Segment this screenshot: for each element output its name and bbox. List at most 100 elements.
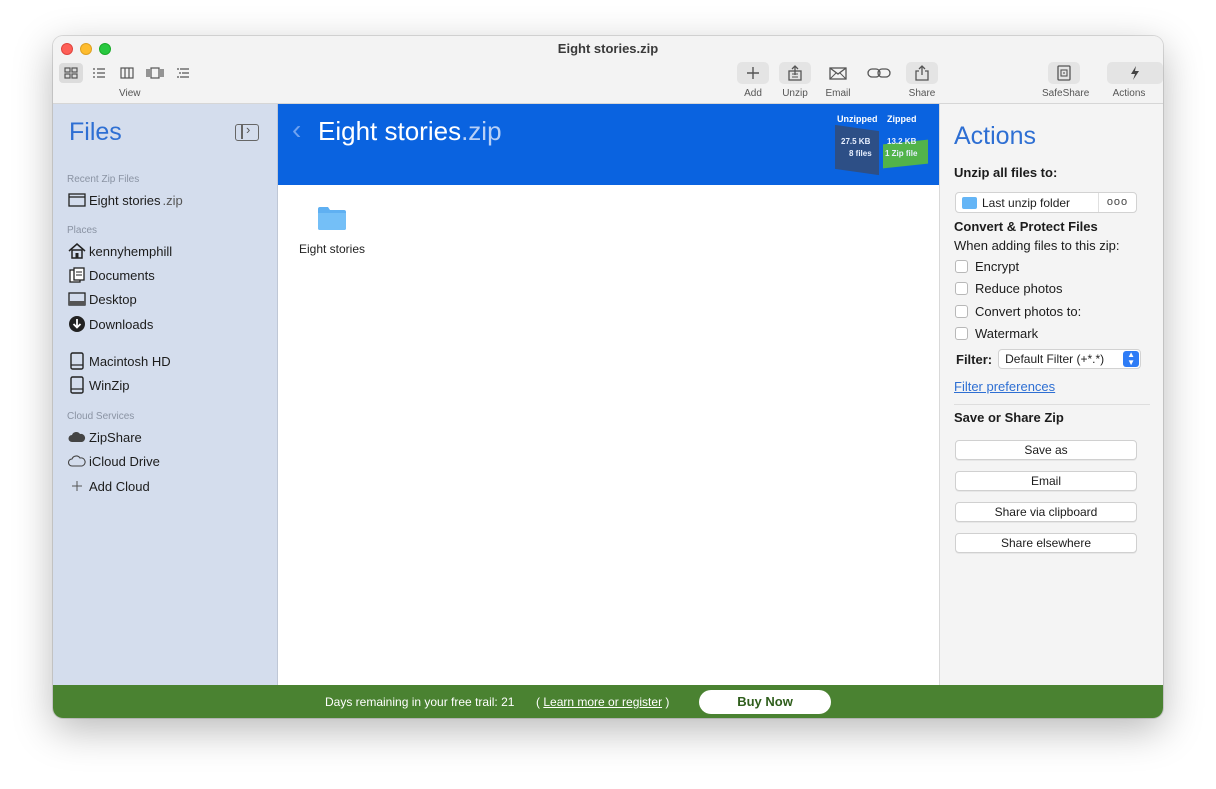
sidebar-item-recent-zip[interactable]: Eight stories .zip	[67, 190, 183, 210]
share-clipboard-button[interactable]: Share via clipboard	[955, 502, 1137, 522]
save-share-header: Save or Share Zip	[954, 410, 1064, 425]
actions-button[interactable]: Actions	[1107, 62, 1163, 99]
view-grid-button[interactable]	[59, 63, 83, 83]
sidebar-item-macintosh-hd[interactable]: Macintosh HD	[67, 351, 171, 371]
unzip-target-value: Last unzip folder	[982, 195, 1071, 210]
buy-now-button[interactable]: Buy Now	[699, 690, 831, 714]
sidebar-item-label: Downloads	[89, 316, 154, 332]
file-browser: ‹ Eight stories.zip Unzipped Zipped 27.5…	[278, 104, 939, 685]
view-outline-button[interactable]	[171, 63, 195, 83]
safeshare-label: SafeShare	[1042, 88, 1090, 99]
filter-value: Default Filter (+*.*)	[1005, 352, 1105, 366]
option-reduce-photos[interactable]: Reduce photos	[955, 281, 1062, 296]
trial-footer: Days remaining in your free trail: 21 ( …	[53, 685, 1163, 718]
convert-subtitle: When adding files to this zip:	[954, 238, 1120, 253]
option-label: Encrypt	[975, 259, 1020, 274]
plus-icon	[67, 477, 87, 495]
unzip-target-select[interactable]: Last unzip folder ooo	[955, 192, 1137, 213]
desktop-icon	[67, 290, 87, 308]
sidebar-item-label: kennyhemphill	[89, 243, 173, 259]
sidebar-item-label: Documents	[89, 267, 155, 283]
zipped-count: 1 Zip file	[885, 149, 918, 158]
outline-view-icon	[177, 68, 189, 78]
columns-view-icon	[120, 67, 134, 79]
learn-more-link[interactable]: Learn more or register	[543, 695, 662, 709]
view-label: View	[119, 88, 141, 99]
unzip-label: Unzip	[782, 88, 808, 99]
sidebar-item-add-cloud[interactable]: Add Cloud	[67, 476, 150, 496]
cloud-filled-icon	[67, 428, 87, 446]
filter-select[interactable]: Default Filter (+*.*) ▲ ▼	[998, 349, 1142, 369]
unzip-header: Unzip all files to:	[954, 165, 1058, 180]
filter-preferences-link[interactable]: Filter preferences	[954, 379, 1055, 394]
unzip-button[interactable]: Unzip	[773, 62, 817, 99]
share-button[interactable]: Share	[900, 62, 944, 99]
sidebar-item-desktop[interactable]: Desktop	[67, 289, 137, 309]
sidebar-item-ext: .zip	[162, 192, 183, 208]
sidebar-item-label: Eight stories	[89, 192, 161, 208]
convert-header: Convert & Protect Files	[954, 219, 1098, 234]
actions-label: Actions	[1112, 88, 1146, 99]
share-label: Share	[908, 88, 936, 99]
option-convert-photos[interactable]: Convert photos to:	[955, 304, 1081, 319]
folder-icon	[962, 196, 977, 209]
unzip-icon	[788, 65, 802, 81]
zip-stats: Unzipped Zipped 27.5 KB 8 files 13.2 KB …	[821, 114, 933, 176]
option-label: Convert photos to:	[975, 304, 1082, 319]
more-options-button[interactable]: ooo	[1098, 193, 1136, 212]
actions-panel: Actions Unzip all files to: Last unzip f…	[939, 104, 1163, 685]
encrypt-checkbox[interactable]	[955, 260, 968, 273]
zip-title-name: Eight stories	[318, 116, 462, 146]
recent-zip-header: Recent Zip Files	[67, 174, 140, 185]
sidebar-title: Files	[69, 118, 122, 146]
actions-title: Actions	[954, 122, 1036, 150]
sidebar-item-documents[interactable]: Documents	[67, 265, 155, 285]
grid-view-icon	[64, 67, 78, 79]
reduce-photos-checkbox[interactable]	[955, 282, 968, 295]
sidebar: Files Recent Zip Files Eight stories.zip…	[53, 104, 278, 685]
gallery-view-icon	[146, 67, 164, 79]
link-button[interactable]	[857, 62, 901, 84]
chevron-updown-icon: ▲ ▼	[1123, 351, 1140, 367]
sidebar-toggle-button[interactable]	[235, 122, 259, 141]
drive-icon	[67, 352, 87, 370]
list-item-label: Eight stories	[298, 242, 366, 256]
unzipped-size: 27.5 KB	[841, 137, 871, 146]
sidebar-item-label: Macintosh HD	[89, 353, 171, 369]
email-zip-button[interactable]: Email	[955, 471, 1137, 491]
places-header: Places	[67, 225, 98, 236]
sidebar-item-label: WinZip	[89, 377, 130, 393]
view-list-button[interactable]	[87, 63, 111, 83]
option-watermark[interactable]: Watermark	[955, 326, 1038, 341]
sidebar-item-downloads[interactable]: Downloads	[67, 314, 153, 334]
zipped-header: Zipped	[887, 114, 917, 124]
back-icon[interactable]: ‹	[292, 114, 301, 146]
view-gallery-button[interactable]	[143, 63, 167, 83]
safeshare-button[interactable]: SafeShare	[1042, 62, 1090, 99]
share-icon	[915, 65, 929, 81]
watermark-checkbox[interactable]	[955, 327, 968, 340]
learn-more-wrapper: ( Learn more or register )	[536, 695, 670, 709]
save-as-button[interactable]: Save as	[955, 440, 1137, 460]
home-icon	[67, 242, 87, 260]
sidebar-item-icloud-drive[interactable]: iCloud Drive	[67, 451, 160, 471]
option-encrypt[interactable]: Encrypt	[955, 259, 1019, 274]
sidebar-item-label: Add Cloud	[89, 478, 150, 494]
option-label: Watermark	[975, 326, 1039, 341]
safeshare-icon	[1057, 65, 1071, 81]
share-elsewhere-button[interactable]: Share elsewhere	[955, 533, 1137, 553]
window-title: Eight stories.zip	[557, 41, 659, 56]
view-columns-button[interactable]	[115, 63, 139, 83]
list-item[interactable]: Eight stories	[292, 205, 372, 256]
convert-photos-checkbox[interactable]	[955, 305, 968, 318]
divider	[954, 404, 1150, 405]
lightning-icon	[1131, 66, 1139, 80]
link-icon	[867, 68, 891, 78]
email-button[interactable]: Email	[816, 62, 860, 99]
sidebar-item-winzip[interactable]: WinZip	[67, 375, 129, 395]
add-button[interactable]: Add	[731, 62, 775, 99]
zip-header-banner: ‹ Eight stories.zip Unzipped Zipped 27.5…	[278, 104, 939, 185]
sidebar-item-home[interactable]: kennyhemphill	[67, 241, 172, 261]
downloads-icon	[67, 315, 87, 333]
sidebar-item-zipshare[interactable]: ZipShare	[67, 427, 142, 447]
